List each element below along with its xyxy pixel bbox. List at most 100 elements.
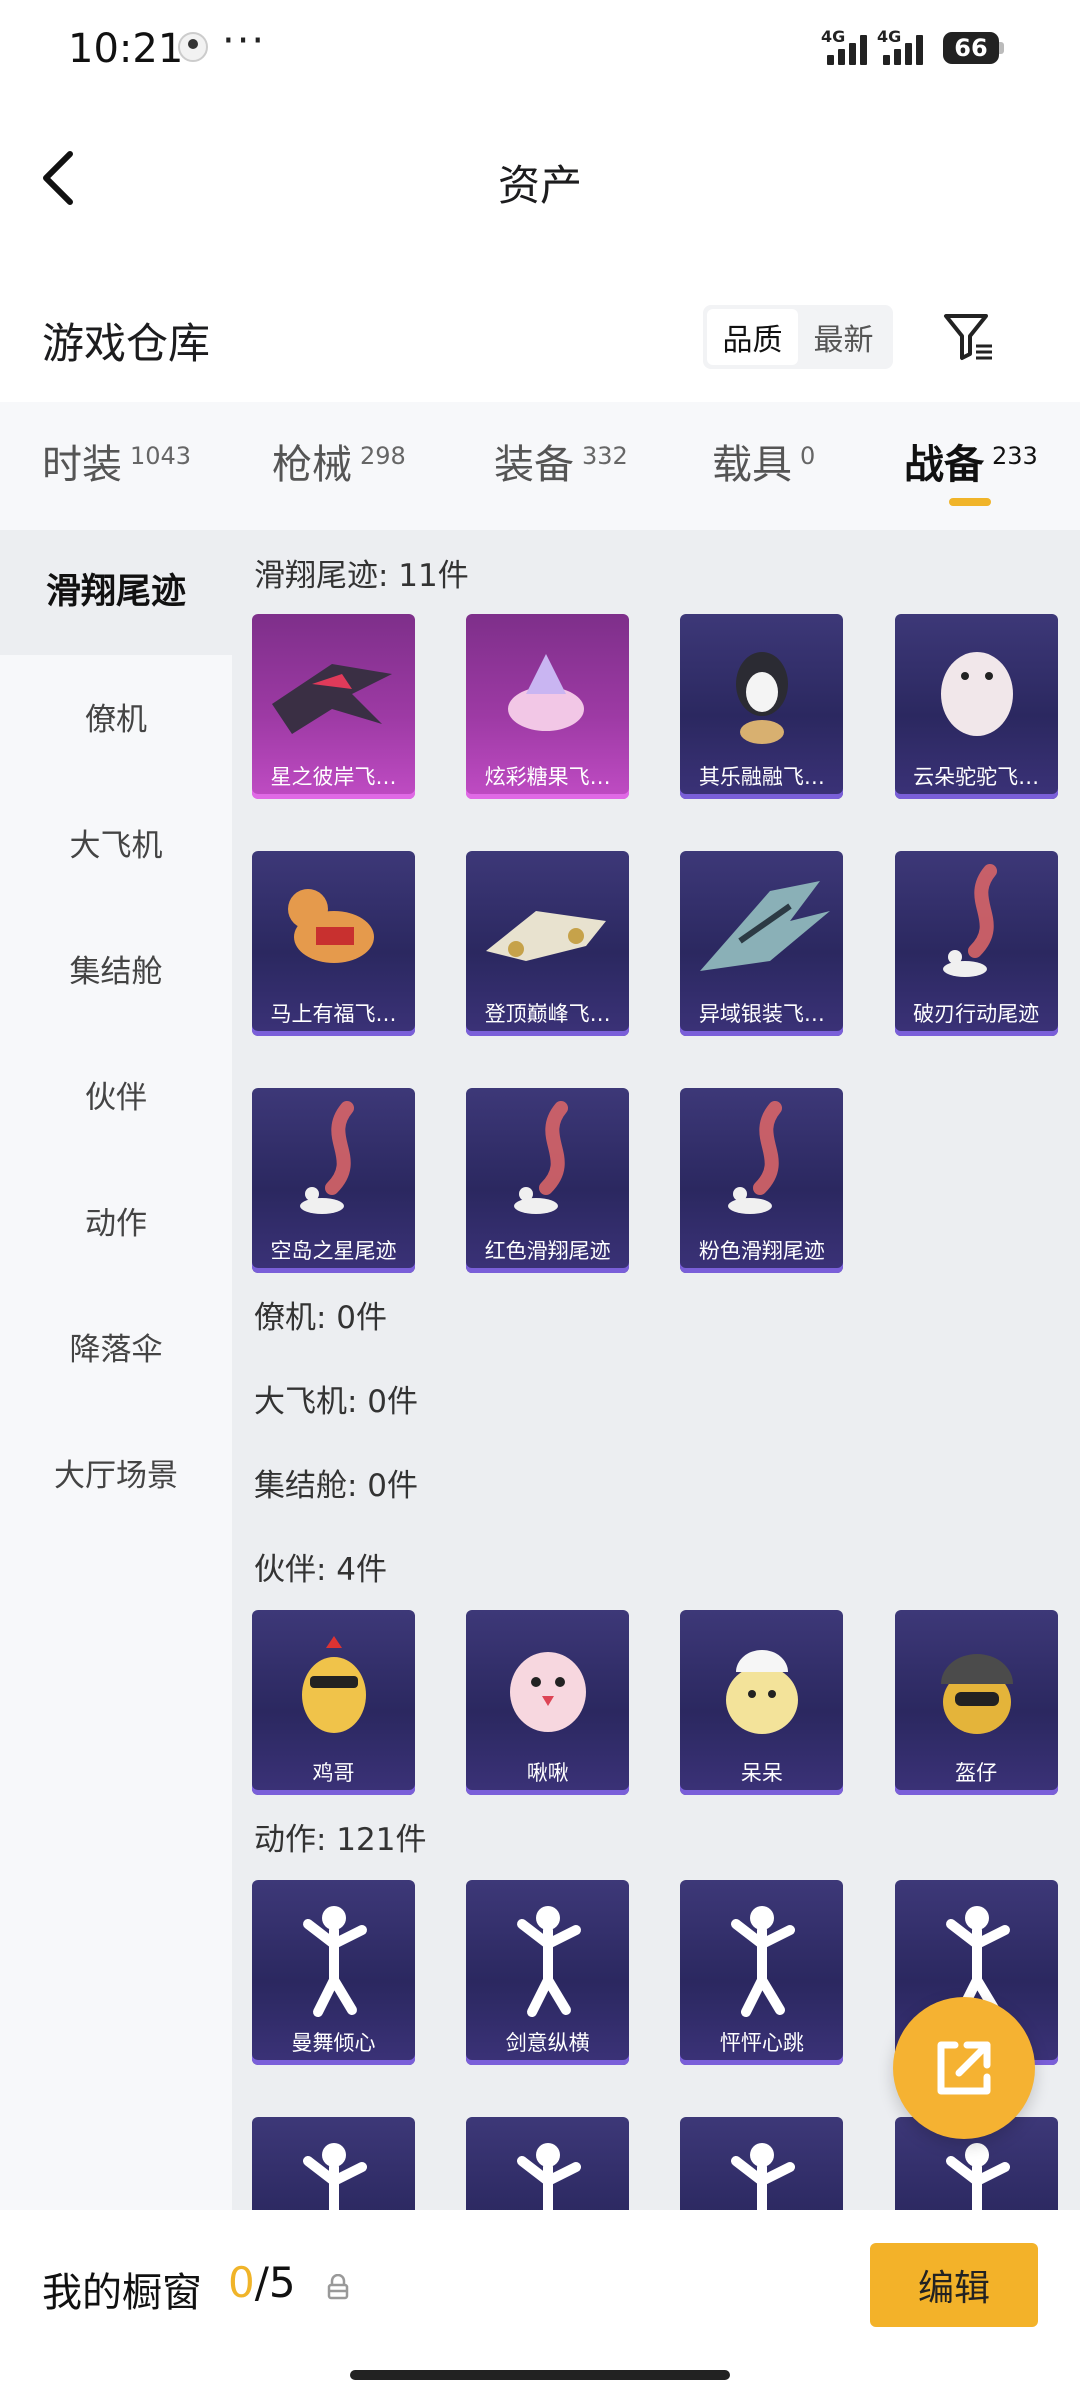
dance-icon [303, 1906, 367, 2017]
glide-trail-card[interactable]: 登顶巅峰飞… [466, 851, 630, 1036]
emote-card-label: 曼舞倾心 [291, 2031, 376, 2055]
plane-icon [486, 911, 607, 961]
chicken-icon [302, 1636, 366, 1733]
page-title: 资产 [497, 161, 582, 210]
tab-war-prep[interactable]: 战备 233 [904, 432, 1038, 490]
partner-card-label: 呆呆 [740, 1761, 783, 1785]
dance-icon [731, 2143, 796, 2210]
filter-icon[interactable] [940, 308, 996, 364]
glide-trail-card[interactable]: 红色滑翔尾迹 [466, 1088, 630, 1273]
showcase-bar: 我的橱窗 0/5 编辑 [0, 2210, 1080, 2400]
glide-trail-card-label: 破刃行动尾迹 [913, 1002, 1040, 1026]
tab-vehicles[interactable]: 载具 0 [712, 432, 815, 490]
glide-trail-card-label: 云朵驼驼飞… [913, 765, 1040, 789]
header: 资产 [0, 110, 1080, 240]
emote-card[interactable]: 曼舞倾心 [252, 1880, 415, 2065]
showcase-count: 0/5 [228, 2258, 296, 2307]
partner-card-label: 盔仔 [955, 1761, 998, 1785]
sidebar-item-big-plane[interactable]: 大飞机 [0, 820, 232, 865]
glide-trail-card[interactable]: 云朵驼驼飞… [894, 614, 1058, 799]
section-title-big-plane: 大飞机: 0件 [254, 1384, 419, 1420]
glide-trail-card-label: 粉色滑翔尾迹 [698, 1239, 825, 1263]
emote-card[interactable] [680, 2117, 844, 2210]
sort-quality-button[interactable]: 品质 [707, 309, 798, 365]
dance-icon [517, 2143, 582, 2210]
candy-icon [508, 654, 585, 731]
partner-card[interactable]: 呆呆 [680, 1610, 844, 1795]
glide-trail-card-label: 空岛之星尾迹 [270, 1239, 397, 1263]
avatar-icon [178, 32, 208, 62]
glide-trail-card-label: 异域银装飞… [698, 1002, 825, 1026]
status-time: 10:21 [68, 26, 184, 72]
lock-icon [327, 2274, 349, 2300]
partner-card[interactable]: 鸡哥 [252, 1610, 415, 1795]
chick-icon [726, 1650, 799, 1734]
helmet-chick-icon [940, 1654, 1013, 1734]
sidebar-item-lobby-scene[interactable]: 大厅场景 [0, 1450, 232, 1495]
home-indicator [350, 2370, 730, 2380]
spaceship-icon [272, 664, 392, 734]
section-title-partner: 伙伴: 4件 [254, 1552, 388, 1588]
share-icon [937, 2041, 991, 2095]
signal-icon: 4G [821, 27, 867, 65]
glide-trail-card-label: 马上有福飞… [270, 1002, 397, 1026]
section-title-assembly-pod: 集结舱: 0件 [254, 1468, 419, 1504]
glide-trail-card[interactable]: 其乐融融飞… [680, 614, 844, 799]
sidebar-item-glide-trail[interactable]: 滑翔尾迹 [0, 530, 232, 655]
bird-icon [510, 1652, 587, 1732]
trail-icon [728, 1101, 783, 1214]
sidebar-item-assembly-pod[interactable]: 集结舱 [0, 946, 232, 991]
category-sidebar: 滑翔尾迹 僚机 大飞机 集结舱 伙伴 动作 降落伞 大厅场景 [0, 530, 232, 2210]
trail-icon [514, 1101, 569, 1214]
signal-icon-2: 4G [877, 27, 923, 65]
emote-card-label: 剑意纵横 [505, 2031, 590, 2055]
penguin-icon [736, 652, 789, 744]
glide-trail-card-label: 炫彩糖果飞… [484, 765, 611, 789]
tab-fashion[interactable]: 时装 1043 [42, 432, 191, 490]
glide-trail-card[interactable]: 炫彩糖果飞… [466, 614, 630, 799]
active-tab-indicator [949, 498, 991, 506]
tab-equipment[interactable]: 装备 332 [494, 432, 628, 490]
emote-card[interactable] [466, 2117, 630, 2210]
status-bar: 10:21 ··· 4G 4G 66 [0, 0, 1080, 100]
emote-card[interactable]: 怦怦心跳 [680, 1880, 844, 2065]
glide-trail-card[interactable]: 异域银装飞… [680, 851, 844, 1036]
section-title-glide-trail: 滑翔尾迹: 11件 [254, 558, 469, 594]
warehouse-title: 游戏仓库 [42, 319, 211, 368]
glide-trail-card[interactable]: 马上有福飞… [252, 851, 415, 1036]
glide-trail-card-label: 红色滑翔尾迹 [484, 1239, 611, 1263]
partner-card-label: 啾啾 [526, 1761, 569, 1785]
edit-button[interactable]: 编辑 [870, 2243, 1038, 2327]
glide-trail-card[interactable]: 星之彼岸飞… [252, 614, 415, 799]
dance-icon [303, 2143, 367, 2210]
alpaca-icon [940, 652, 1013, 736]
showcase-label: 我的橱窗 [42, 2270, 202, 2316]
category-tabs: 时装 1043 枪械 298 装备 332 载具 0 战备 233 [0, 402, 1080, 530]
sidebar-item-partner[interactable]: 伙伴 [0, 1072, 232, 1117]
sidebar-item-wingman[interactable]: 僚机 [0, 694, 232, 739]
partner-card-label: 鸡哥 [312, 1761, 355, 1785]
item-grid-area[interactable]: 滑翔尾迹: 11件 星之彼岸飞… 炫彩糖果飞… 其乐融融飞… 云朵驼驼飞… 马上有福飞…… [232, 530, 1080, 2210]
glide-trail-card-label: 其乐融融飞… [698, 765, 825, 789]
sidebar-item-emote[interactable]: 动作 [0, 1198, 232, 1243]
emote-card[interactable] [252, 2117, 415, 2210]
section-title-wingman: 僚机: 0件 [254, 1300, 388, 1336]
partner-card[interactable]: 啾啾 [466, 1610, 630, 1795]
glide-trail-card[interactable]: 破刃行动尾迹 [894, 851, 1058, 1036]
sort-toggle: 品质 最新 [703, 305, 893, 369]
glide-trail-card[interactable]: 粉色滑翔尾迹 [680, 1088, 844, 1273]
status-indicators: 4G 4G 66 [821, 27, 1004, 68]
tab-guns[interactable]: 枪械 298 [272, 432, 406, 490]
glide-trail-card-label: 星之彼岸飞… [270, 765, 397, 789]
partner-card[interactable]: 盔仔 [894, 1610, 1058, 1795]
emote-card-label: 怦怦心跳 [719, 2031, 804, 2055]
sort-newest-button[interactable]: 最新 [798, 309, 889, 365]
emote-card[interactable]: 剑意纵横 [466, 1880, 630, 2065]
trail-icon [942, 864, 997, 977]
wing-icon [700, 881, 831, 971]
section-title-emote: 动作: 121件 [254, 1822, 427, 1858]
glide-trail-card[interactable]: 空岛之星尾迹 [252, 1088, 415, 1273]
more-notifications-icon: ··· [222, 18, 267, 64]
share-button[interactable] [893, 1997, 1035, 2139]
sidebar-item-parachute[interactable]: 降落伞 [0, 1324, 232, 1369]
